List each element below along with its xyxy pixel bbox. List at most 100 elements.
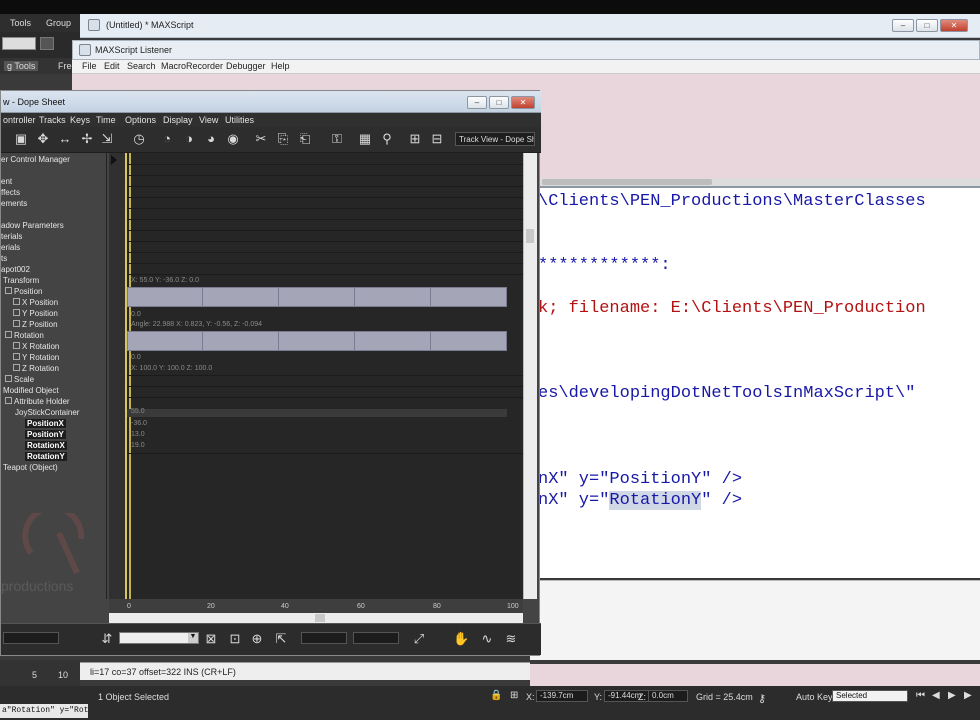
tree-item[interactable]: ements — [1, 199, 27, 208]
dope-sheet-hscroll[interactable] — [109, 613, 523, 623]
insert-time-icon[interactable]: ◉ — [225, 131, 241, 147]
lock-icon[interactable]: 🔒 — [490, 690, 502, 701]
tree-item-selected[interactable]: RotationX — [25, 441, 67, 450]
curve-editor-icon[interactable]: ⊟ — [429, 131, 445, 147]
move-keys-icon[interactable]: ✥ — [35, 131, 51, 147]
tv-menu-view[interactable]: View — [199, 115, 218, 125]
menu-tools[interactable]: Tools — [10, 18, 31, 28]
tv-menu-display[interactable]: Display — [163, 115, 193, 125]
tree-item[interactable]: Teapot (Object) — [3, 463, 58, 472]
ribbon-tab-tools[interactable]: g Tools — [4, 61, 39, 71]
listener-menu-help[interactable]: Help — [271, 61, 290, 71]
tv-menu-keys[interactable]: Keys — [70, 115, 90, 125]
tree-item[interactable]: Rotation — [5, 331, 44, 340]
tv-menu-tracks[interactable]: Tracks — [39, 115, 66, 125]
minimize-button[interactable]: – — [892, 19, 914, 32]
expand-icon[interactable] — [5, 397, 12, 404]
tree-item[interactable]: apot002 — [1, 265, 30, 274]
close-button[interactable]: ✕ — [940, 19, 968, 32]
tree-item-selected[interactable]: PositionX — [25, 419, 66, 428]
listener-menu-search[interactable]: Search — [127, 61, 156, 71]
selection-filter-dropdown[interactable] — [2, 37, 36, 50]
dope-sheet-grid[interactable]: X: 55.0 Y: -36.0 Z: 0.0 0.0 Angle: 22.98… — [109, 153, 523, 603]
go-to-start-icon[interactable]: ⏮ — [916, 690, 925, 701]
rotation-key-range[interactable] — [127, 331, 507, 351]
tv-menu-options[interactable]: Options — [125, 115, 156, 125]
tv-menu-time[interactable]: Time — [96, 115, 116, 125]
show-keyable-icon[interactable]: ⚲ — [379, 131, 395, 147]
position-key-range[interactable] — [127, 287, 507, 307]
tree-item[interactable]: Y Rotation — [13, 353, 59, 362]
delete-time-icon[interactable]: ◔ — [159, 131, 175, 147]
keys-icon[interactable]: ⇵ — [99, 631, 115, 647]
next-frame-icon[interactable]: ▶ — [964, 690, 972, 701]
listener-hscroll-thumb[interactable] — [542, 179, 712, 185]
add-keys-icon[interactable]: ✢ — [79, 131, 95, 147]
paste-icon[interactable]: ⎗ — [297, 131, 313, 147]
tree-item[interactable]: erials — [1, 243, 20, 252]
listener-menu-edit[interactable]: Edit — [104, 61, 120, 71]
script-code-editor[interactable]: \Clients\PEN_Productions\MasterClasses *… — [530, 186, 980, 578]
listener-menu-macrorecorder[interactable]: MacroRecorder — [161, 61, 223, 71]
tree-item[interactable]: Position — [5, 287, 42, 296]
time-slider-line[interactable] — [129, 153, 131, 603]
time-slider-line[interactable] — [125, 153, 127, 603]
transform-mode-icon[interactable]: ⊞ — [510, 690, 518, 701]
key-set-dropdown[interactable]: Selected — [832, 690, 908, 702]
listener-hscroll[interactable] — [530, 178, 980, 186]
timeline-strip[interactable]: 5 10 — [0, 660, 80, 686]
pan-icon[interactable]: ✋ — [453, 631, 469, 647]
listener-menu-file[interactable]: File — [82, 61, 97, 71]
copy-icon[interactable]: ⎘ — [275, 131, 291, 147]
close-button[interactable]: ✕ — [511, 96, 535, 109]
scale-time-icon[interactable]: ◕ — [203, 131, 219, 147]
tv-menu-controller[interactable]: ontroller — [3, 115, 36, 125]
tree-item[interactable]: JoyStickContainer — [15, 408, 79, 417]
maximize-button[interactable]: □ — [916, 19, 938, 32]
value-field[interactable] — [353, 632, 399, 644]
tree-item[interactable]: ent — [1, 177, 12, 186]
curve-icon[interactable]: ∿ — [479, 631, 495, 647]
zoom-icon[interactable]: ⊡ — [227, 631, 243, 647]
track-set-dropdown[interactable]: ▼ — [119, 632, 199, 644]
tree-item[interactable]: Scale — [5, 375, 34, 384]
z-coordinate-field[interactable]: 0.0cm — [648, 690, 688, 702]
minimize-button[interactable]: – — [467, 96, 487, 109]
menu-group[interactable]: Group — [46, 18, 71, 28]
scale-keys-icon[interactable]: ⇲ — [99, 131, 115, 147]
listener-menu-debugger[interactable]: Debugger — [226, 61, 266, 71]
trackview-name-field[interactable]: Track View - Dope She — [455, 132, 535, 146]
lock-selection-icon[interactable]: ⚿ — [329, 131, 345, 147]
previous-frame-icon[interactable]: ◀ — [932, 690, 940, 701]
cut-icon[interactable]: ✂ — [253, 131, 269, 147]
tree-item[interactable]: Attribute Holder — [5, 397, 70, 406]
tree-item[interactable]: Z Rotation — [13, 364, 59, 373]
expand-icon[interactable] — [5, 287, 12, 294]
play-icon[interactable]: ▶ — [948, 690, 956, 701]
snap-frames-icon[interactable]: ▦ — [357, 131, 373, 147]
tree-item[interactable]: adow Parameters — [1, 221, 64, 230]
tree-item[interactable]: X Position — [13, 298, 58, 307]
dope-sheet-vscroll[interactable] — [523, 153, 537, 599]
key-icon[interactable]: ⚷ — [758, 692, 766, 705]
hscroll-thumb[interactable] — [315, 614, 325, 622]
tree-item[interactable]: terials — [1, 232, 22, 241]
expand-icon[interactable] — [5, 331, 12, 338]
select-icon[interactable] — [40, 37, 54, 50]
tree-item[interactable]: ffects — [1, 188, 20, 197]
tree-item-selected[interactable]: RotationY — [25, 452, 67, 461]
filter-icon[interactable]: ▣ — [13, 131, 29, 147]
tv-menu-utilities[interactable]: Utilities — [225, 115, 254, 125]
tree-item-selected[interactable]: PositionY — [25, 430, 66, 439]
tree-item[interactable]: X Rotation — [13, 342, 59, 351]
fit-curve-icon[interactable]: ≋ — [503, 631, 519, 647]
tree-item[interactable]: Y Position — [13, 309, 58, 318]
hierarchy-icon[interactable]: ⊞ — [407, 131, 423, 147]
select-time-icon[interactable]: ◷ — [131, 131, 147, 147]
tree-item[interactable]: ts — [1, 254, 7, 263]
zoom-horizontal-icon[interactable]: ⇱ — [273, 631, 289, 647]
zoom-value-icon[interactable]: ⤢ — [411, 631, 427, 647]
frame-field[interactable] — [301, 632, 347, 644]
listener-input-pane[interactable] — [530, 580, 980, 660]
selection-field[interactable] — [3, 632, 59, 644]
